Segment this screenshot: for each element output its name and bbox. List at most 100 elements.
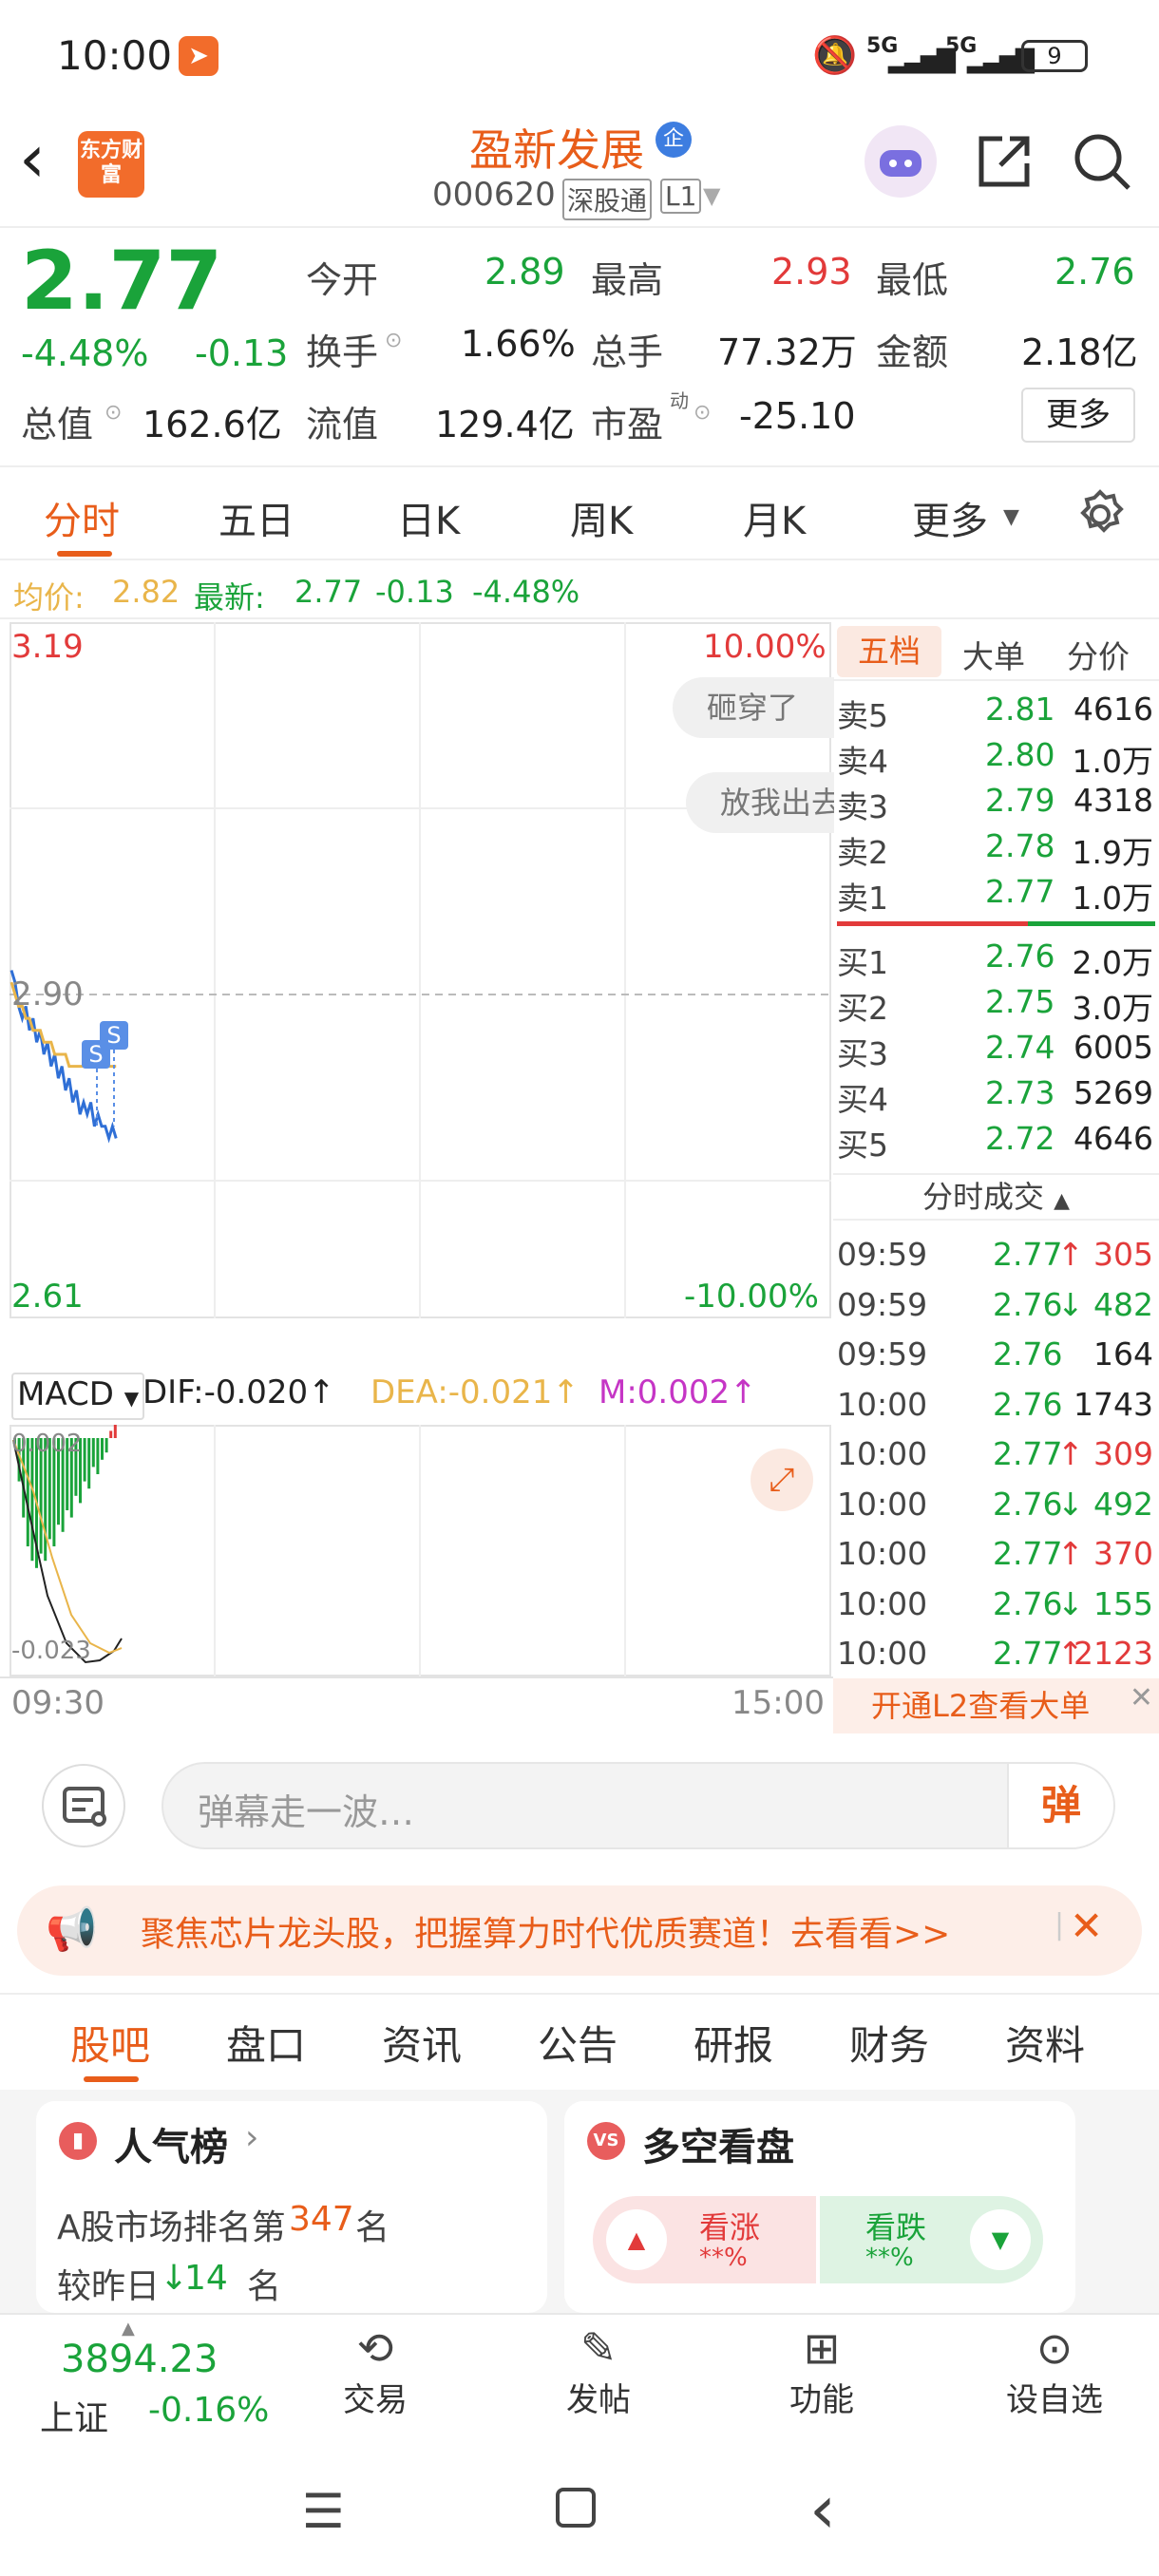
bid-row[interactable]: 买1 2.76 2.0万 (833, 936, 1159, 981)
bid-row[interactable]: 买5 2.72 4646 (833, 1118, 1159, 1164)
axis-top-pct: 10.00% (703, 628, 826, 666)
pe-label: 市盈 (591, 404, 664, 445)
chevron-down-icon[interactable]: ▼ (703, 182, 720, 209)
vs-icon: VS (587, 2122, 625, 2160)
order-book: 五档 大单 分价 卖5 2.81 4616 卖4 2.80 1.0万 卖3 2.79 4318 卖… (833, 622, 1159, 1733)
tab-announcements[interactable]: 公告 (538, 2014, 618, 2072)
danmu-settings-icon[interactable] (42, 1764, 125, 1847)
rank-change: 14 (184, 2259, 228, 2298)
danmu-bubble-2[interactable]: 放我出去 (686, 772, 834, 833)
trades-header[interactable]: 分时成交 ▲ (833, 1173, 1159, 1221)
trade-row: 10:00 2.76 ↓ 155 (833, 1580, 1159, 1629)
trade-price: 2.76 (993, 1584, 1063, 1622)
search-icon[interactable] (1072, 131, 1132, 196)
index-value: 3894.23 (61, 2338, 218, 2381)
info-icon-turnover[interactable]: ⊙ (385, 329, 402, 352)
app-logo[interactable]: 东方财富 (78, 131, 144, 198)
info-icon-pe[interactable]: ⊙ (694, 401, 711, 425)
tab-monthly-k[interactable]: 月K (743, 490, 806, 545)
tab-weekly-k[interactable]: 周K (570, 490, 633, 545)
megaphone-icon: 📢 (46, 1905, 98, 1954)
tab-daily-k[interactable]: 日K (397, 490, 460, 545)
macd-chart-svg[interactable] (10, 1425, 831, 1676)
trade-price: 2.77 (993, 1435, 1063, 1472)
post-button[interactable]: ✎ 发帖 (546, 2322, 651, 2446)
tab-more[interactable]: 更多 (912, 490, 988, 545)
ad-text[interactable]: 聚焦芯片龙头股，把握算力时代优质赛道！去看看>> (141, 1906, 950, 1956)
trade-row: 10:00 2.76 ↓ 492 (833, 1480, 1159, 1529)
macd-bottom-value: -0.023 (11, 1637, 91, 1665)
expand-icon[interactable]: ⤢ (750, 1449, 813, 1511)
macd-selector[interactable]: MACD ▼ (11, 1373, 145, 1420)
trade-time: 10:00 (837, 1435, 928, 1472)
axis-top-price: 3.19 (11, 628, 84, 666)
tab-research[interactable]: 研报 (694, 2014, 773, 2072)
tab-5day[interactable]: 五日 (218, 490, 294, 545)
home-icon[interactable] (556, 2488, 596, 2528)
open-label: 今开 (306, 259, 379, 301)
book-level-volume: 4646 (1074, 1120, 1153, 1157)
menu-icon[interactable]: ☰ (302, 2484, 345, 2539)
index-widget[interactable]: ▲ 3894.23 上证 -0.16% (19, 2315, 285, 2448)
stock-name[interactable]: 盈新发展 (469, 116, 644, 179)
book-level-price: 2.74 (985, 1029, 1055, 1066)
long-short-card[interactable]: VS 多空看盘 ▲ 看涨 **% 看跌 **% ▼ (564, 2101, 1075, 2313)
tab-profile[interactable]: 资料 (1005, 2014, 1085, 2072)
danmu-input[interactable]: 弹幕走一波… 弹 (162, 1762, 1115, 1849)
ask-row[interactable]: 卖1 2.77 1.0万 (833, 871, 1159, 917)
tab-finance[interactable]: 财务 (849, 2014, 929, 2072)
settings-icon[interactable] (1074, 488, 1127, 545)
back-nav-icon[interactable]: ‹ (809, 2471, 836, 2548)
add-watchlist-button[interactable]: ⊙ 设自选 (988, 2322, 1121, 2446)
trade-button[interactable]: ⟲ 交易 (323, 2322, 428, 2446)
more-button[interactable]: 更多 (1021, 388, 1135, 443)
book-tab-price[interactable]: 分价 (1067, 632, 1130, 677)
tag-l1[interactable]: L1 (660, 179, 702, 214)
ask-row[interactable]: 卖5 2.81 4616 (833, 689, 1159, 734)
high-value: 2.93 (771, 251, 852, 293)
tab-guba[interactable]: 股吧 (70, 2014, 150, 2072)
share-icon[interactable] (974, 131, 1035, 196)
macd-bar (83, 1438, 86, 1482)
cards-area: ▮ 人气榜 › A股市场排名第 347 名 较昨日 ↓ 14 名 VS 多空看盘… (0, 2090, 1159, 2313)
stock-code: 000620 (432, 176, 556, 214)
ask-row[interactable]: 卖3 2.79 4318 (833, 780, 1159, 825)
time-axis: 09:30 15:00 (0, 1676, 833, 1733)
book-level-price: 2.78 (985, 827, 1055, 864)
l2-banner[interactable]: 开通L2查看大单 ✕ (833, 1678, 1159, 1733)
bid-row[interactable]: 买3 2.74 6005 (833, 1027, 1159, 1072)
tab-news[interactable]: 资讯 (382, 2014, 462, 2072)
danmu-bubble-1[interactable]: 砸穿了 (673, 677, 834, 738)
bid-row[interactable]: 买4 2.73 5269 (833, 1072, 1159, 1118)
book-level-price: 2.79 (985, 782, 1055, 819)
book-level-price: 2.80 (985, 736, 1055, 773)
ask-row[interactable]: 卖4 2.80 1.0万 (833, 734, 1159, 780)
ask-row[interactable]: 卖2 2.78 1.9万 (833, 825, 1159, 871)
chevron-down-icon-tabs[interactable]: ▼ (1003, 505, 1019, 529)
book-tab-big[interactable]: 大单 (962, 632, 1025, 677)
close-ad-icon[interactable]: ✕ (1070, 1903, 1103, 1949)
sell-marker-2[interactable]: S (100, 1021, 128, 1050)
tab-pankou[interactable]: 盘口 (226, 2014, 306, 2072)
popularity-card[interactable]: ▮ 人气榜 › A股市场排名第 347 名 较昨日 ↓ 14 名 (36, 2101, 547, 2313)
tab-intraday[interactable]: 分时 (44, 490, 120, 545)
system-nav-bar: ☰ ‹ (0, 2446, 1159, 2576)
bullish-button[interactable]: ▲ 看涨 **% (593, 2196, 816, 2283)
intraday-chart[interactable]: 3.19 10.00% 2.90 2.61 -10.00% 砸穿了 放我出去 S… (10, 622, 834, 1676)
robot-assistant-icon[interactable] (864, 125, 937, 198)
back-icon[interactable]: ‹ (19, 125, 46, 192)
info-icon[interactable]: ⊙ (104, 401, 122, 425)
bearish-button[interactable]: 看跌 **% ▼ (820, 2196, 1043, 2283)
turnover-value: 1.66% (461, 323, 576, 365)
close-icon[interactable]: ✕ (1130, 1671, 1153, 1726)
book-level-price: 2.75 (985, 983, 1055, 1020)
function-button[interactable]: ⊞ 功能 (770, 2322, 874, 2446)
danmu-send-button[interactable]: 弹 (1007, 1764, 1113, 1847)
rank-line2-b: 名 (247, 2267, 282, 2306)
bid-row[interactable]: 买2 2.75 3.0万 (833, 981, 1159, 1027)
volume-label: 总手 (591, 331, 664, 373)
book-tab-five[interactable]: 五档 (837, 626, 941, 677)
bottom-toolbar: ▲ 3894.23 上证 -0.16% ⟲ 交易 ✎ 发帖 ⊞ 功能 ⊙ 设自选 (0, 2313, 1159, 2446)
ad-banner[interactable]: 📢 聚焦芯片龙头股，把握算力时代优质赛道！去看看>> | ✕ (17, 1885, 1142, 1976)
rank-line1-b: 名 (355, 2208, 390, 2247)
